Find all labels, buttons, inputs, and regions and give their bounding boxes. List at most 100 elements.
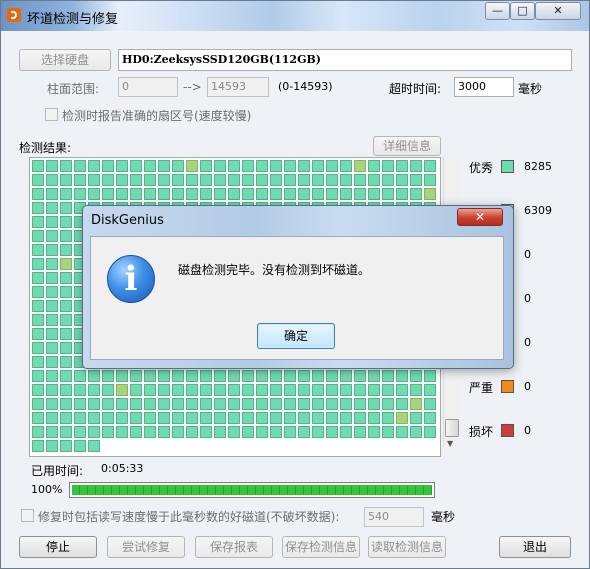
sector-cell — [60, 160, 72, 172]
sector-cell — [200, 174, 212, 186]
sector-cell — [214, 412, 226, 424]
sector-cell — [270, 370, 282, 382]
sector-cell — [340, 384, 352, 396]
sector-cell — [130, 174, 142, 186]
close-button[interactable]: ✕ — [535, 2, 581, 20]
sector-cell — [172, 398, 184, 410]
sector-cell — [46, 398, 58, 410]
sector-cell — [200, 160, 212, 172]
sector-cell — [144, 160, 156, 172]
sector-cell — [368, 188, 380, 200]
sector-cell — [116, 174, 128, 186]
disk-name-field: HD0:ZeeksysSSD120GB(112GB) — [118, 49, 572, 71]
sector-cell — [410, 174, 422, 186]
sector-cell — [256, 384, 268, 396]
dialog-close-button[interactable]: ✕ — [457, 208, 503, 226]
save-info-button[interactable]: 保存检测信息 — [282, 536, 360, 558]
try-repair-button[interactable]: 尝试修复 — [107, 536, 185, 558]
sector-cell — [60, 174, 72, 186]
sector-cell — [46, 314, 58, 326]
sector-cell — [186, 188, 198, 200]
sector-cell — [144, 188, 156, 200]
dialog-message: 磁盘检测完毕。没有检测到坏磁道。 — [178, 263, 371, 277]
maximize-button[interactable]: □ — [510, 2, 535, 20]
sector-cell — [410, 370, 422, 382]
sector-cell — [74, 370, 86, 382]
sector-cell — [424, 426, 436, 438]
repair-option-checkbox[interactable] — [21, 509, 34, 522]
sector-cell — [60, 216, 72, 228]
sector-cell — [144, 398, 156, 410]
sector-cell — [60, 188, 72, 200]
legend-swatch — [501, 160, 514, 173]
stop-button[interactable]: 停止 — [19, 536, 97, 558]
sector-cell — [396, 174, 408, 186]
sector-cell — [326, 370, 338, 382]
sector-cell — [32, 342, 44, 354]
sector-cell — [228, 398, 240, 410]
sector-cell — [424, 384, 436, 396]
timeout-input[interactable]: 3000 — [454, 77, 514, 97]
sector-cell — [326, 398, 338, 410]
sector-cell — [424, 188, 436, 200]
sector-cell — [200, 412, 212, 424]
select-disk-button[interactable]: 选择硬盘 — [19, 49, 111, 71]
legend-label: 优秀 — [469, 161, 494, 175]
sector-cell — [228, 412, 240, 424]
sector-cell — [102, 188, 114, 200]
sector-cell — [326, 160, 338, 172]
sector-cell — [298, 160, 310, 172]
dialog-ok-button[interactable]: 确定 — [257, 323, 335, 349]
sector-cell — [382, 398, 394, 410]
repair-ms-unit: 毫秒 — [431, 510, 456, 524]
sector-cell — [74, 426, 86, 438]
sector-cell — [88, 412, 100, 424]
save-report-button[interactable]: 保存报表 — [195, 536, 273, 558]
range-start-input[interactable]: 0 — [118, 77, 178, 97]
sector-cell — [116, 370, 128, 382]
sector-cell — [368, 398, 380, 410]
sector-cell — [60, 202, 72, 214]
sector-cell — [186, 174, 198, 186]
sector-cell — [284, 384, 296, 396]
sector-cell — [298, 426, 310, 438]
range-end-input[interactable]: 14593 — [207, 77, 269, 97]
sector-cell — [368, 426, 380, 438]
sector-cell — [396, 412, 408, 424]
repair-ms-input[interactable]: 540 — [364, 507, 424, 527]
sector-cell — [368, 384, 380, 396]
result-dialog: DiskGenius ✕ i 磁盘检测完毕。没有检测到坏磁道。 确定 — [82, 205, 514, 369]
detail-info-button[interactable]: 详细信息 — [373, 136, 441, 156]
sector-cell — [396, 370, 408, 382]
sector-cell — [354, 160, 366, 172]
sector-cell — [326, 188, 338, 200]
sector-cell — [46, 384, 58, 396]
sector-cell — [200, 398, 212, 410]
scroll-down-icon[interactable]: ▼ — [447, 439, 453, 448]
sector-cell — [340, 174, 352, 186]
sector-cell — [60, 272, 72, 284]
sector-cell — [312, 426, 324, 438]
load-info-button[interactable]: 读取检测信息 — [368, 536, 446, 558]
sector-cell — [228, 188, 240, 200]
scroll-thumb[interactable] — [445, 419, 459, 437]
sector-cell — [158, 160, 170, 172]
sector-cell — [326, 426, 338, 438]
sector-cell — [200, 384, 212, 396]
range-arrow: --> — [183, 80, 202, 94]
sector-cell — [32, 216, 44, 228]
report-sector-checkbox[interactable] — [45, 108, 58, 121]
sector-cell — [32, 412, 44, 424]
sector-cell — [312, 160, 324, 172]
minimize-button[interactable]: — — [485, 2, 510, 20]
sector-cell — [200, 370, 212, 382]
sector-cell — [32, 286, 44, 298]
exit-button[interactable]: 退出 — [499, 536, 571, 558]
progress-label: 100% — [31, 483, 63, 496]
sector-cell — [186, 384, 198, 396]
legend-label: 严重 — [469, 381, 494, 395]
sector-cell — [410, 384, 422, 396]
sector-cell — [60, 314, 72, 326]
sector-cell — [424, 370, 436, 382]
sector-cell — [242, 412, 254, 424]
